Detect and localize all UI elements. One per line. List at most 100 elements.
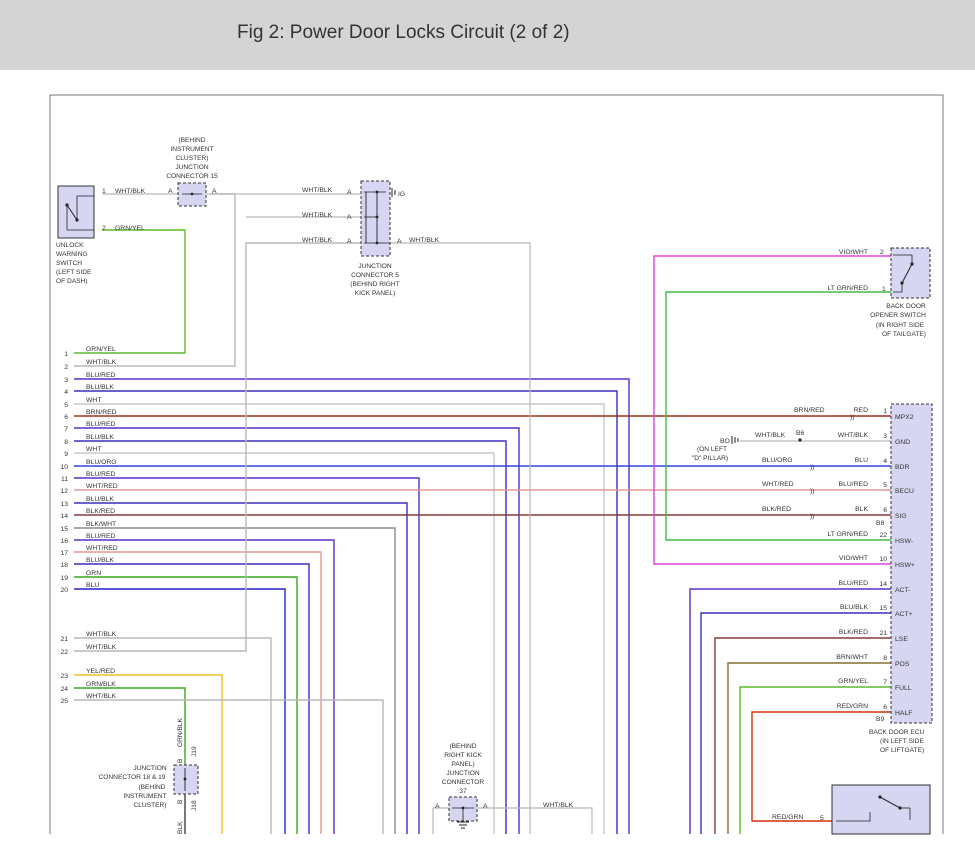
bottom-switch-wire: RED/GRN [772, 814, 803, 821]
left-wire-color-16: BLU/RED [86, 533, 116, 540]
left-pin-5: 5 [64, 402, 68, 409]
left-pin-3: 3 [64, 377, 68, 384]
jc5-label-3: (BEHIND RIGHT [350, 281, 399, 288]
ecu-wire-in-SIG: BLK/RED [762, 506, 791, 513]
left-wire-color-4: BLU/BLK [86, 384, 114, 391]
ecu-pin-name-GND: GND [895, 439, 910, 446]
jc37-label-5: CONNECTOR [442, 779, 485, 786]
ecu-pin-name-HALF: HALF [895, 710, 912, 717]
ecu-b6-label: B6 [796, 430, 805, 437]
in-line-connector-mark: )) [810, 513, 815, 520]
ecu-wire-in-MPX2: BRN/RED [794, 407, 825, 414]
unlock-pin1-wire: WHT/BLK [115, 188, 146, 195]
ecu-pin-num-POS: 8 [883, 655, 887, 662]
left-pin-24: 24 [60, 686, 68, 693]
opener-label-2: OPENER SWITCH [870, 312, 926, 319]
jc18-top-wire: GRN/BLK [177, 717, 184, 747]
ecu-wire-out-LSE: BLK/RED [839, 629, 868, 636]
left-wire-color-11: BLU/RED [86, 471, 116, 478]
ecu-pin-num-HALF: 6 [883, 704, 887, 711]
left-wire-color-9: WHT [86, 446, 101, 453]
bottom-right-switch: 5 RED/GRN [772, 784, 931, 835]
unlock-pin-1: 1 [102, 188, 106, 195]
in-line-connector-mark: )) [850, 414, 855, 421]
ecu-wire-in-BECU: WHT/RED [762, 481, 794, 488]
ecu-pin-num-ACT+: 15 [879, 605, 887, 612]
ecu-pin-num-HSW-: 22 [879, 532, 887, 539]
ground-loc-2: "D" PILLAR) [692, 455, 728, 462]
ecu-pin-name-SIG: SIG [895, 513, 907, 520]
ecu-label-3: OF LIFTGATE) [880, 747, 924, 754]
junction-connector-5: IG A A A A WHT/BLK WHT/BLK WHT/BLK WHT/B… [302, 180, 440, 297]
jc18-label-2: CONNECTOR 18 & 19 [99, 774, 166, 781]
jc5-pin-a-out: A [397, 238, 402, 245]
ecu-wire-out-HSW+: VIO/WHT [839, 555, 868, 562]
jc37-label-2: RIGHT KICK [444, 752, 482, 759]
left-pin-12: 12 [60, 488, 68, 495]
jc37-label-4: JUNCTION [446, 770, 480, 777]
ecu-pin-num-BECU: 5 [883, 482, 887, 489]
left-pin-4: 4 [64, 389, 68, 396]
jc37-label-1: (BEHIND [449, 743, 476, 750]
left-wire-color-8: BLU/BLK [86, 434, 114, 441]
wire-row-20 [74, 588, 286, 834]
left-pin-11: 11 [61, 476, 68, 483]
left-pin-7: 7 [64, 426, 68, 433]
left-pin-22: 22 [60, 649, 68, 656]
junction-connector-37: (BEHIND RIGHT KICK PANEL) JUNCTION CONNE… [435, 743, 574, 829]
jc5-label-1: JUNCTION [358, 263, 392, 270]
ecu-wire-out-BDR: BLU [855, 457, 868, 464]
ecu-wire-out-FULL: GRN/YEL [838, 678, 868, 685]
ecu-wire-out-POS: BRN/WHT [836, 654, 868, 661]
left-wire-color-12: WHT/RED [86, 483, 118, 490]
ecu-wire-out-SIG: BLK [855, 506, 868, 513]
left-pin-2: 2 [64, 364, 68, 371]
jc15-pin-a-left: A [168, 188, 173, 195]
unlock-pin2-wire: GRN/YEL [115, 225, 145, 232]
ecu-pin-num-BDR: 4 [883, 458, 887, 465]
jc5-pin-a-2: A [347, 214, 352, 221]
opener-pin-2: 2 [880, 249, 884, 256]
ecu-b9-label: B9 [876, 716, 885, 723]
ecu-pin-name-ACT+: ACT+ [895, 611, 913, 618]
left-wire-color-17: WHT/RED [86, 545, 118, 552]
opener-label-4: OF TAILGATE) [882, 331, 926, 338]
ecu-pin-num-ACT-: 14 [879, 581, 887, 588]
back-door-opener-switch: 2 1 VIO/WHT LT GRN/RED BACK DOOR OPENER … [827, 247, 931, 338]
ecu-label-1: BACK DOOR ECU [869, 729, 925, 736]
ecu-pin-name-FULL: FULL [895, 685, 912, 692]
jc37-wire: WHT/BLK [543, 802, 574, 809]
ecu-wire-out-HALF: RED/GRN [837, 703, 868, 710]
ecu-label-2: (IN LEFT SIDE [880, 738, 924, 745]
jc5-wire-out: WHT/BLK [409, 237, 440, 244]
jc5-label-4: KICK PANEL) [355, 290, 396, 297]
jc5-ig-label: IG [398, 191, 405, 198]
ecu-pin-name-ACT-: ACT- [895, 587, 910, 594]
jc5-wire-3: WHT/BLK [302, 237, 333, 244]
ecu-pin-num-SIG: 6 [883, 507, 887, 514]
left-wire-color-21: WHT/BLK [86, 631, 117, 638]
jc37-label-3: PANEL) [451, 761, 474, 768]
unlock-pin-2: 2 [102, 225, 106, 232]
left-wire-color-14: BLK/RED [86, 508, 115, 515]
opener-label-1: BACK DOOR [886, 303, 926, 310]
left-pin-13: 13 [60, 501, 68, 508]
jc18-label-5: CLUSTER) [134, 802, 167, 809]
left-pin-18: 18 [60, 562, 68, 569]
unlock-warning-switch: 1 2 WHT/BLK GRN/YEL UNLOCK WARNING SWITC… [56, 185, 146, 285]
jc5-pin-a-1: A [347, 189, 352, 196]
jc5-wire-1: WHT/BLK [302, 187, 333, 194]
left-pin-16: 16 [60, 538, 68, 545]
jc18-label-3: (BEHIND [138, 784, 165, 791]
ecu-pin-num-LSE: 21 [879, 630, 887, 637]
left-pin-6: 6 [64, 414, 68, 421]
left-pin-1: 1 [64, 351, 68, 358]
unlock-label-5: OF DASH) [56, 278, 88, 285]
jc15-label-2: INSTRUMENT [170, 146, 213, 153]
ecu-wire-in-GND: WHT/BLK [755, 432, 786, 439]
left-wire-color-22: WHT/BLK [86, 644, 117, 651]
ecu-pin-name-POS: POS [895, 661, 910, 668]
unlock-label-1: UNLOCK [56, 242, 84, 249]
wire-row-2 [74, 193, 236, 367]
jc15-pin-a-right: A [212, 188, 217, 195]
